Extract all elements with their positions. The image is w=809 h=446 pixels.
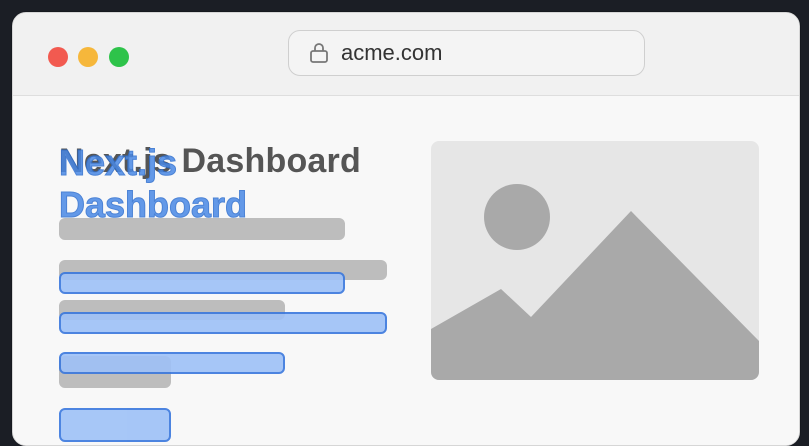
browser-window: acme.com Next.js Dashboard Next.js Dashb… (12, 12, 800, 446)
maximize-window-button[interactable] (109, 47, 129, 67)
address-bar[interactable]: acme.com (288, 30, 645, 76)
title-line-2: Dashboard (59, 184, 248, 226)
image-placeholder (431, 141, 759, 380)
close-window-button[interactable] (48, 47, 68, 67)
title-line-1: Next.js (59, 142, 178, 184)
minimize-window-button[interactable] (78, 47, 98, 67)
lock-icon (310, 43, 328, 63)
page-content: Next.js Dashboard Next.js Dashboard (13, 96, 799, 445)
overlay-bar (59, 352, 285, 374)
overlay-bar (59, 312, 387, 334)
image-placeholder-icon (431, 184, 759, 380)
url-text: acme.com (341, 40, 443, 65)
page-title-overlay: Next.js Dashboard (59, 142, 319, 226)
browser-titlebar: acme.com (13, 13, 799, 96)
overlay-bar (59, 272, 345, 294)
